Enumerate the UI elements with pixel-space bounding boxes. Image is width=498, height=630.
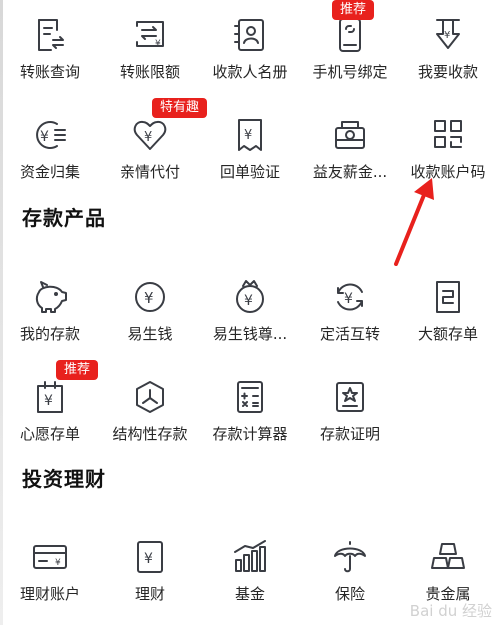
app-item-wealth-management[interactable]: ¥ 理财 — [100, 530, 200, 630]
app-item-family-pay[interactable]: ¥ 亲情代付 特有趣 — [100, 98, 208, 208]
structured-deposit-icon — [131, 378, 169, 416]
umbrella-icon — [331, 538, 369, 576]
wealth-management-icon: ¥ — [131, 538, 169, 576]
payee-list-icon — [231, 16, 269, 54]
app-label: 理财 — [134, 585, 165, 603]
app-label: 理财账户 — [19, 585, 80, 603]
app-item-fixed-demand-swap[interactable]: ¥ 定活互转 — [300, 270, 400, 370]
special-badge: 特有趣 — [152, 98, 208, 118]
app-item-payee-list[interactable]: 收款人名册 — [200, 8, 300, 108]
app-label: 转账限额 — [119, 63, 180, 81]
app-label: 存款证明 — [319, 425, 380, 443]
wealth-account-icon: ¥ — [31, 538, 69, 576]
annotation-arrow-icon — [394, 178, 434, 266]
svg-text:¥: ¥ — [144, 551, 153, 567]
transfer-services-row-1: 转账查询 ¥ 转账限额 收款人名册 手机号绑定 推荐 ¥ 我要收款 — [0, 0, 498, 108]
section-title-investment: 投资理财 — [22, 467, 106, 491]
yi-sheng-qian-icon: ¥ — [131, 278, 169, 316]
family-pay-icon: ¥ — [131, 116, 169, 154]
watermark-logo: Bai du 经验 — [409, 602, 492, 620]
transfer-query-icon — [31, 16, 69, 54]
app-label: 亲情代付 — [119, 163, 180, 181]
svg-text:¥: ¥ — [344, 291, 353, 307]
app-item-receipt-verify[interactable]: ¥ 回单验证 — [200, 108, 300, 208]
svg-text:¥: ¥ — [55, 558, 61, 568]
app-label: 资金归集 — [19, 163, 80, 181]
svg-text:¥: ¥ — [144, 289, 154, 307]
svg-text:¥: ¥ — [144, 130, 152, 145]
app-item-structured-deposit[interactable]: 结构性存款 — [100, 370, 200, 470]
svg-text:¥: ¥ — [444, 30, 450, 41]
app-label: 我的存款 — [19, 325, 80, 343]
app-label: 益友薪金... — [312, 163, 388, 181]
app-label: 大额存单 — [417, 325, 478, 343]
app-item-yi-sheng-qian[interactable]: ¥ 易生钱 — [100, 270, 200, 370]
yi-sheng-qian-premium-icon: ¥ — [231, 278, 269, 316]
app-label: 收款人名册 — [212, 63, 288, 81]
phone-binding-icon — [331, 16, 369, 54]
app-item-fund[interactable]: 基金 — [200, 530, 300, 630]
receive-money-icon: ¥ — [429, 16, 467, 54]
salary-icon — [331, 116, 369, 154]
app-item-yi-sheng-qian-premium[interactable]: ¥ 易生钱尊... — [200, 270, 300, 370]
deposit-products-row-1: 我的存款 ¥ 易生钱 ¥ 易生钱尊... ¥ 定活互转 大额存单 — [0, 270, 498, 370]
app-label: 转账查询 — [19, 63, 80, 81]
app-item-wish-deposit[interactable]: ¥ 心愿存单 推荐 — [0, 360, 100, 470]
app-label: 心愿存单 — [19, 425, 80, 443]
app-label: 易生钱尊... — [212, 325, 288, 343]
app-item-deposit-calculator[interactable]: 存款计算器 — [200, 370, 300, 470]
svg-text:¥: ¥ — [40, 129, 49, 145]
svg-text:¥: ¥ — [244, 128, 252, 143]
section-title-deposit-products: 存款产品 — [22, 206, 106, 230]
app-label: 基金 — [234, 585, 265, 603]
app-item-phone-binding[interactable]: 手机号绑定 推荐 — [300, 0, 400, 108]
fund-collection-icon: ¥ — [31, 116, 69, 154]
svg-text:¥: ¥ — [155, 39, 161, 49]
app-label: 我要收款 — [417, 63, 478, 81]
app-item-my-deposits[interactable]: 我的存款 — [0, 270, 100, 370]
app-label: 定活互转 — [319, 325, 380, 343]
recommend-badge: 推荐 — [56, 360, 99, 380]
svg-text:¥: ¥ — [244, 293, 253, 309]
app-item-deposit-certificate[interactable]: 存款证明 — [300, 370, 400, 470]
recommend-badge: 推荐 — [332, 0, 375, 20]
app-item-salary[interactable]: 益友薪金... — [300, 108, 400, 208]
receipt-verify-icon: ¥ — [231, 116, 269, 154]
app-label: 回单验证 — [219, 163, 280, 181]
app-item-transfer-query[interactable]: 转账查询 — [0, 8, 100, 108]
large-deposit-certificate-icon — [429, 278, 467, 316]
account-qr-code-icon — [429, 116, 467, 154]
calculator-icon — [231, 378, 269, 416]
app-item-wealth-account[interactable]: ¥ 理财账户 — [0, 530, 100, 630]
fixed-demand-swap-icon: ¥ — [331, 278, 369, 316]
svg-text:¥: ¥ — [44, 393, 53, 409]
gold-bars-icon — [429, 538, 467, 576]
app-item-insurance[interactable]: 保险 — [300, 530, 400, 630]
app-label: 存款计算器 — [212, 425, 288, 443]
app-label: 结构性存款 — [112, 425, 188, 443]
fund-chart-icon — [231, 538, 269, 576]
app-label: 易生钱 — [127, 325, 173, 343]
app-item-receive-money[interactable]: ¥ 我要收款 — [398, 8, 498, 108]
app-item-fund-collection[interactable]: ¥ 资金归集 — [0, 108, 100, 208]
piggy-bank-icon — [31, 278, 69, 316]
transfer-limit-icon: ¥ — [131, 16, 169, 54]
app-item-transfer-limit[interactable]: ¥ 转账限额 — [100, 8, 200, 108]
app-label: 保险 — [334, 585, 365, 603]
app-label: 手机号绑定 — [312, 63, 388, 81]
wish-deposit-icon: ¥ — [31, 378, 69, 416]
deposit-products-row-2: ¥ 心愿存单 推荐 结构性存款 存款计算器 存款证明 — [0, 360, 498, 470]
app-item-large-deposit-certificate[interactable]: 大额存单 — [398, 270, 498, 370]
deposit-certificate-icon — [331, 378, 369, 416]
